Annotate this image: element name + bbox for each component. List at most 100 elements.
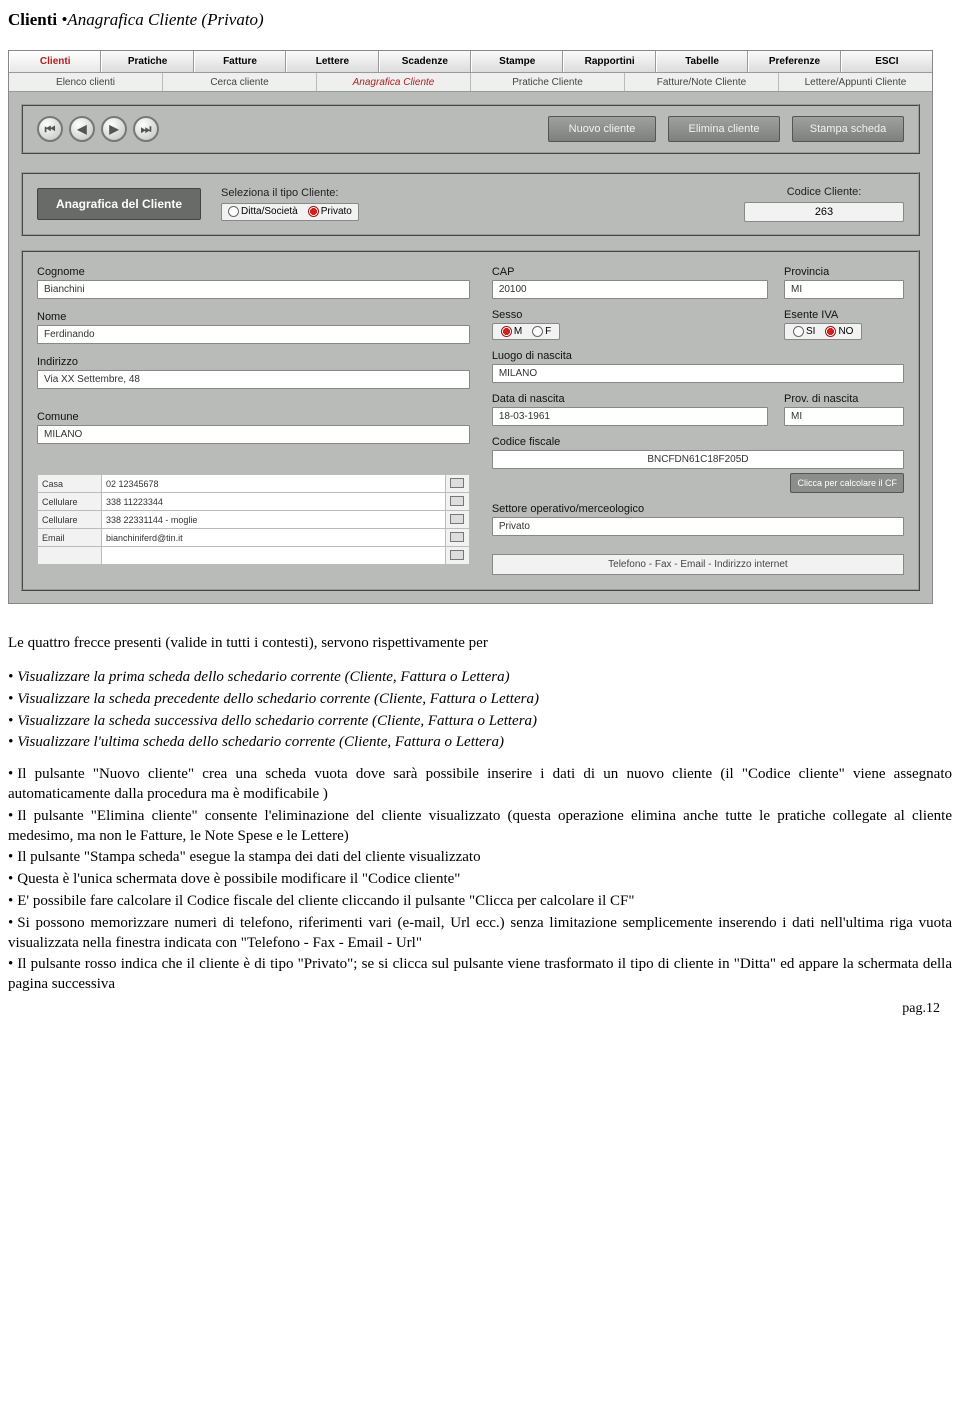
para-nuovo: Il pulsante "Nuovo cliente" crea una sch… [8, 765, 952, 805]
provincia-label: Provincia [784, 266, 904, 278]
contacts-table: Casa 02 12345678 Cellulare 338 11223344 … [37, 474, 470, 565]
cognome-input[interactable]: Bianchini [37, 280, 470, 299]
tab-esci[interactable]: ESCI [841, 51, 932, 72]
para-telefono: Si possono memorizzare numeri di telefon… [8, 914, 952, 954]
contacts-footer-strip: Telefono - Fax - Email - Indirizzo inter… [492, 554, 904, 575]
contact-icon [450, 496, 464, 506]
contact-type[interactable] [38, 547, 102, 565]
app-window: Clienti Pratiche Fatture Lettere Scadenz… [8, 50, 933, 604]
radio-esente-si[interactable]: SI [793, 326, 815, 337]
radio-dot-unselected-icon [793, 326, 804, 337]
comune-input[interactable]: MILANO [37, 425, 470, 444]
indirizzo-label: Indirizzo [37, 356, 470, 368]
contact-action[interactable] [445, 547, 469, 565]
tab-stampe[interactable]: Stampe [471, 51, 563, 72]
contact-value[interactable]: 338 11223344 [102, 493, 446, 511]
contact-icon [450, 514, 464, 524]
contact-type[interactable]: Cellulare [38, 493, 102, 511]
form-panel: Cognome Bianchini Nome Ferdinando Indiri… [21, 250, 920, 591]
contact-value[interactable]: bianchiniferd@tin.it [102, 529, 446, 547]
contact-row [38, 547, 470, 565]
tab-fatture[interactable]: Fatture [194, 51, 286, 72]
prov-nascita-input[interactable]: MI [784, 407, 904, 426]
arrow-item-2: Visualizzare la scheda precedente dello … [8, 690, 952, 710]
subtab-pratiche[interactable]: Pratiche Cliente [471, 73, 625, 91]
esente-label: Esente IVA [784, 309, 904, 321]
arrow-item-3: Visualizzare la scheda successiva dello … [8, 712, 952, 732]
tab-rapportini[interactable]: Rapportini [563, 51, 655, 72]
nome-label: Nome [37, 311, 470, 323]
settore-input[interactable]: Privato [492, 517, 904, 536]
esente-radio-group: SI NO [784, 323, 862, 340]
stampa-scheda-button[interactable]: Stampa scheda [792, 116, 904, 142]
contact-icon [450, 550, 464, 560]
subtab-cerca[interactable]: Cerca cliente [163, 73, 317, 91]
contact-action[interactable] [445, 475, 469, 493]
doc-title: Clienti •Anagrafica Cliente (Privato) [8, 10, 952, 30]
settore-label: Settore operativo/merceologico [492, 503, 904, 515]
cf-input[interactable]: BNCFDN61C18F205D [492, 450, 904, 469]
contact-value[interactable] [102, 547, 446, 565]
contact-type[interactable]: Cellulare [38, 511, 102, 529]
radio-esente-no[interactable]: NO [825, 326, 853, 337]
tab-lettere[interactable]: Lettere [286, 51, 378, 72]
tab-tabelle[interactable]: Tabelle [656, 51, 748, 72]
nav-prev-button[interactable]: ◀ [69, 116, 95, 142]
prov-nascita-label: Prov. di nascita [784, 393, 904, 405]
arrow-item-1: Visualizzare la prima scheda dello sched… [8, 668, 952, 688]
contact-action[interactable] [445, 493, 469, 511]
tab-pratiche[interactable]: Pratiche [101, 51, 193, 72]
para-cf: E' possibile fare calcolare il Codice fi… [8, 892, 952, 912]
contact-value[interactable]: 02 12345678 [102, 475, 446, 493]
contact-value[interactable]: 338 22331144 - moglie [102, 511, 446, 529]
nav-next-button[interactable]: ▶ [101, 116, 127, 142]
subtab-lettere[interactable]: Lettere/Appunti Cliente [779, 73, 932, 91]
contact-type[interactable]: Casa [38, 475, 102, 493]
tab-clienti[interactable]: Clienti [9, 51, 101, 72]
subtab-fatture[interactable]: Fatture/Note Cliente [625, 73, 779, 91]
tipo-cliente-radio-group: Ditta/Società Privato [221, 203, 359, 220]
contact-row: Cellulare 338 22331144 - moglie [38, 511, 470, 529]
nuovo-cliente-button[interactable]: Nuovo cliente [548, 116, 656, 142]
page-number: pag.12 [902, 1001, 940, 1017]
radio-ditta[interactable]: Ditta/Società [228, 206, 298, 217]
provincia-input[interactable]: MI [784, 280, 904, 299]
cap-input[interactable]: 20100 [492, 280, 768, 299]
radio-dot-selected-icon [501, 326, 512, 337]
luogo-input[interactable]: MILANO [492, 364, 904, 383]
radio-dot-unselected-icon [532, 326, 543, 337]
radio-dot-selected-icon [308, 206, 319, 217]
nav-first-button[interactable]: ⏮ [37, 116, 63, 142]
nome-input[interactable]: Ferdinando [37, 325, 470, 344]
para-elimina: Il pulsante "Elimina cliente" consente l… [8, 807, 952, 847]
type-panel-title: Anagrafica del Cliente [37, 188, 201, 220]
nav-last-button[interactable]: ⏭ [133, 116, 159, 142]
tab-preferenze[interactable]: Preferenze [748, 51, 840, 72]
codice-cliente-value[interactable]: 263 [744, 202, 904, 222]
radio-sesso-f[interactable]: F [532, 326, 551, 337]
sub-tab-row: Elenco clienti Cerca cliente Anagrafica … [9, 73, 932, 92]
elimina-cliente-button[interactable]: Elimina cliente [668, 116, 780, 142]
comune-label: Comune [37, 411, 470, 423]
luogo-label: Luogo di nascita [492, 350, 904, 362]
indirizzo-input[interactable]: Via XX Settembre, 48 [37, 370, 470, 389]
data-nascita-input[interactable]: 18-03-1961 [492, 407, 768, 426]
contact-type[interactable]: Email [38, 529, 102, 547]
main-tab-row: Clienti Pratiche Fatture Lettere Scadenz… [9, 51, 932, 73]
radio-privato[interactable]: Privato [308, 206, 352, 217]
subtab-elenco[interactable]: Elenco clienti [9, 73, 163, 91]
contact-action[interactable] [445, 529, 469, 547]
para-codice: Questa è l'unica schermata dove è possib… [8, 870, 952, 890]
tab-scadenze[interactable]: Scadenze [379, 51, 471, 72]
subtab-anagrafica[interactable]: Anagrafica Cliente [317, 73, 471, 91]
radio-dot-unselected-icon [228, 206, 239, 217]
doc-title-bold: Clienti [8, 10, 61, 29]
codice-cliente-label: Codice Cliente: [744, 186, 904, 198]
lead-text: Le quattro frecce presenti (valide in tu… [8, 634, 952, 654]
calcola-cf-button[interactable]: Clicca per calcolare il CF [790, 473, 904, 493]
contact-icon [450, 532, 464, 542]
para-rosso: Il pulsante rosso indica che il cliente … [8, 955, 952, 995]
contact-action[interactable] [445, 511, 469, 529]
radio-sesso-m[interactable]: M [501, 326, 522, 337]
contact-row: Cellulare 338 11223344 [38, 493, 470, 511]
